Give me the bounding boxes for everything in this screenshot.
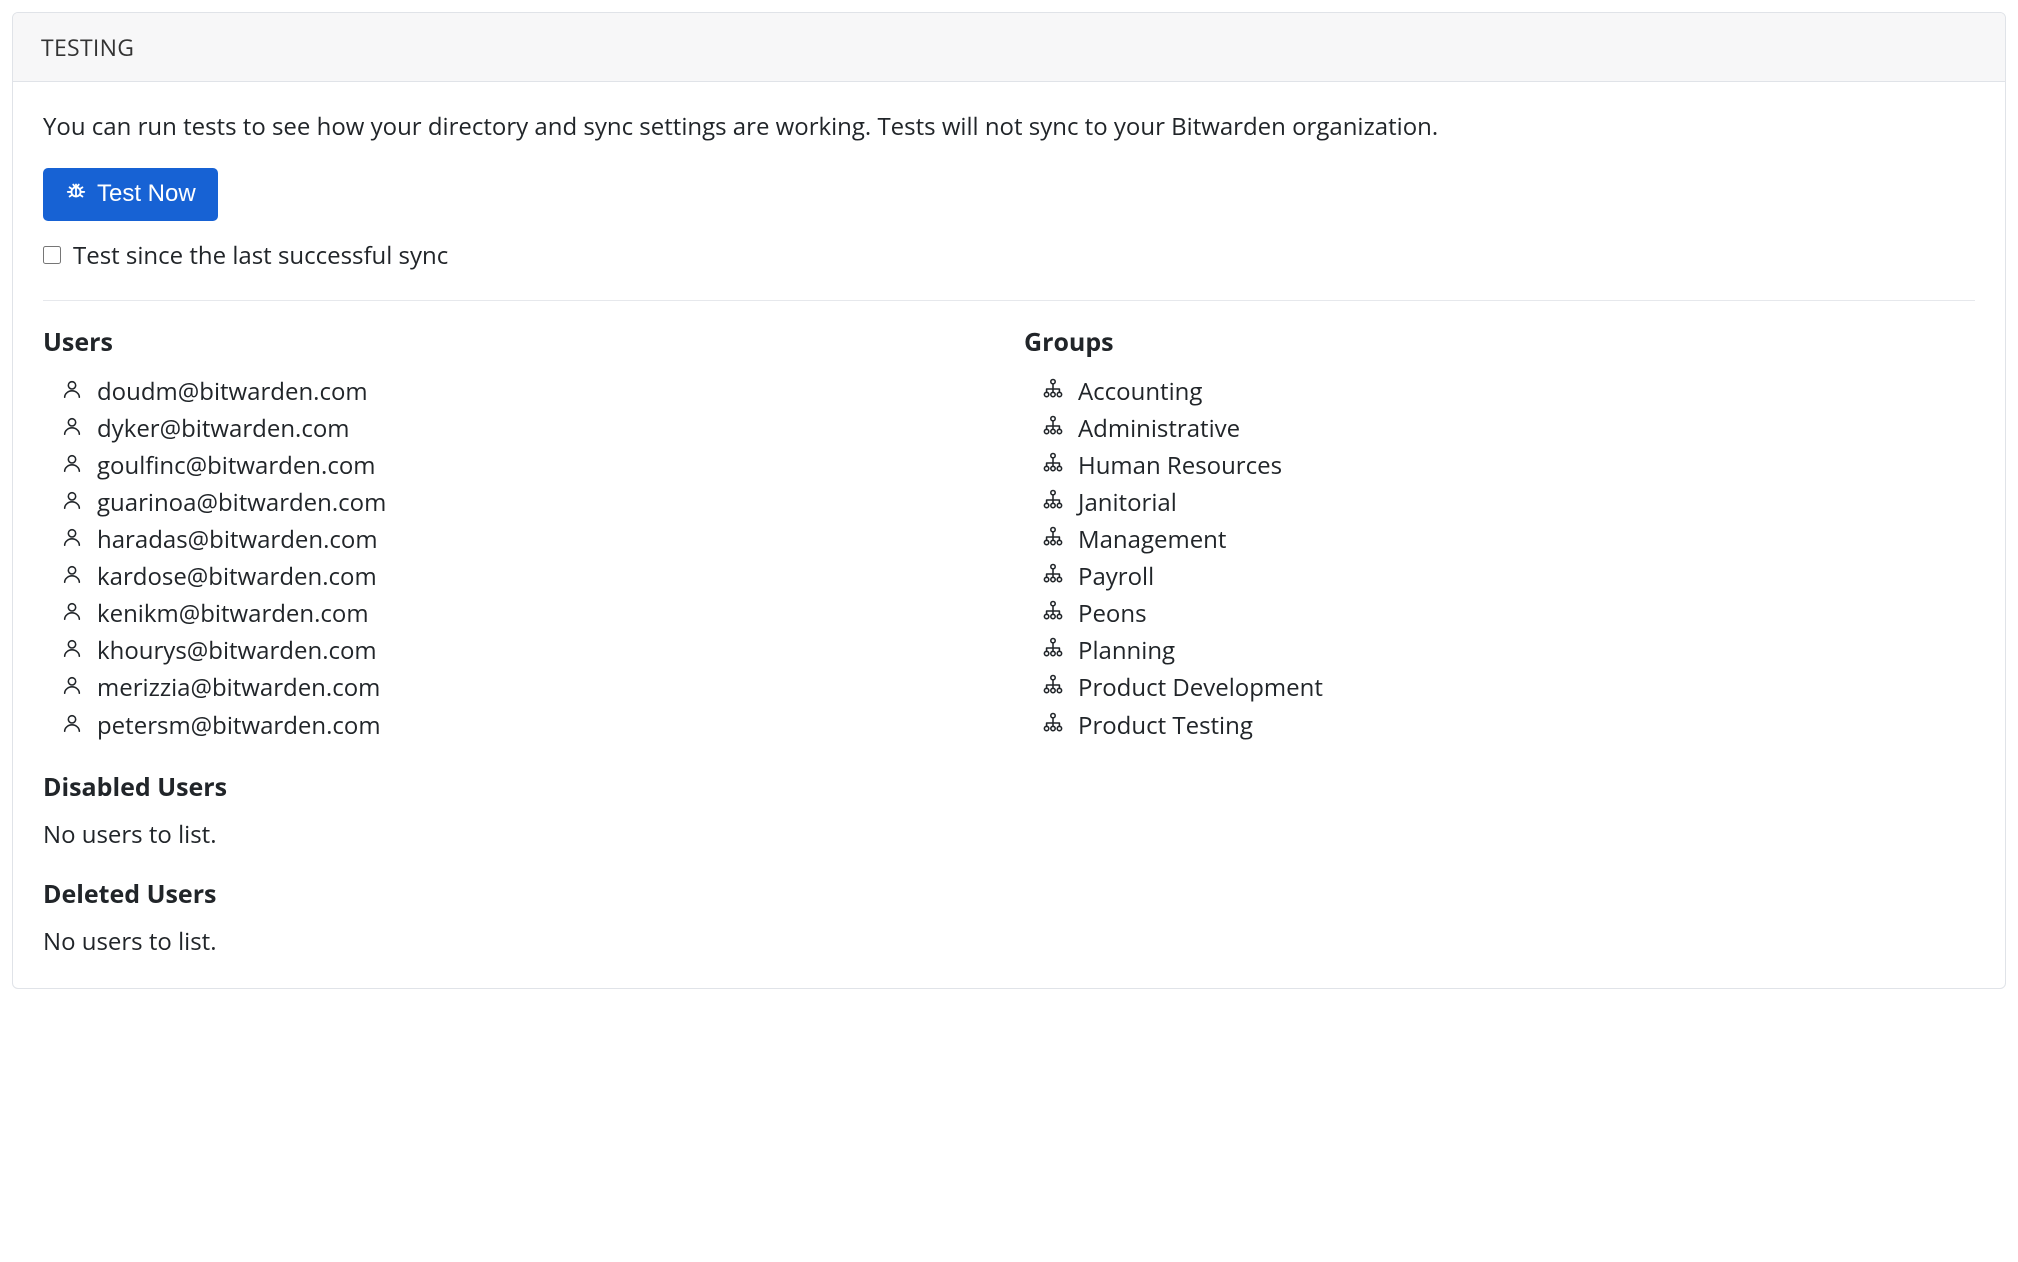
- group-item: Janitorial: [1042, 484, 1975, 521]
- testing-card: Testing You can run tests to see how you…: [12, 12, 2006, 989]
- user-icon: [61, 634, 83, 667]
- groups-heading: Groups: [1024, 325, 1975, 359]
- group-name: Peons: [1078, 597, 1147, 630]
- group-name: Product Testing: [1078, 709, 1253, 742]
- group-name: Human Resources: [1078, 449, 1282, 482]
- deleted-users-empty: No users to list.: [43, 925, 994, 958]
- test-since-last-sync-row: Test since the last successful sync: [43, 239, 1975, 272]
- user-email: merizzia@bitwarden.com: [97, 671, 380, 704]
- user-icon: [61, 709, 83, 742]
- sitemap-icon: [1042, 486, 1064, 519]
- user-email: guarinoa@bitwarden.com: [97, 486, 386, 519]
- group-item: Accounting: [1042, 373, 1975, 410]
- user-item: kenikm@bitwarden.com: [61, 595, 994, 632]
- sitemap-icon: [1042, 375, 1064, 408]
- user-item: guarinoa@bitwarden.com: [61, 484, 994, 521]
- users-column: Users doudm@bitwarden.com dyker@bitwarden…: [43, 325, 994, 958]
- sitemap-icon: [1042, 560, 1064, 593]
- sitemap-icon: [1042, 634, 1064, 667]
- group-item: Payroll: [1042, 558, 1975, 595]
- deleted-users-heading: Deleted Users: [43, 877, 994, 911]
- user-item: haradas@bitwarden.com: [61, 521, 994, 558]
- group-name: Payroll: [1078, 560, 1154, 593]
- sitemap-icon: [1042, 597, 1064, 630]
- user-icon: [61, 412, 83, 445]
- user-icon: [61, 560, 83, 593]
- user-email: petersm@bitwarden.com: [97, 709, 381, 742]
- group-item: Planning: [1042, 632, 1975, 669]
- user-icon: [61, 449, 83, 482]
- user-email: haradas@bitwarden.com: [97, 523, 378, 556]
- test-since-last-sync-label[interactable]: Test since the last successful sync: [73, 239, 448, 272]
- test-since-last-sync-checkbox[interactable]: [43, 246, 61, 264]
- user-email: goulfinc@bitwarden.com: [97, 449, 375, 482]
- user-item: goulfinc@bitwarden.com: [61, 447, 994, 484]
- user-email: kardose@bitwarden.com: [97, 560, 377, 593]
- groups-list: Accounting Administrative Human Resources J…: [1024, 373, 1975, 744]
- card-header: Testing: [13, 13, 2005, 82]
- user-item: doudm@bitwarden.com: [61, 373, 994, 410]
- group-item: Product Development: [1042, 669, 1975, 706]
- group-item: Peons: [1042, 595, 1975, 632]
- test-now-button[interactable]: Test Now: [43, 168, 218, 221]
- group-item: Human Resources: [1042, 447, 1975, 484]
- group-name: Accounting: [1078, 375, 1202, 408]
- user-item: dyker@bitwarden.com: [61, 410, 994, 447]
- group-name: Planning: [1078, 634, 1175, 667]
- groups-column: Groups Accounting Administrative Human Res…: [1024, 325, 1975, 958]
- sitemap-icon: [1042, 709, 1064, 742]
- user-icon: [61, 523, 83, 556]
- group-name: Product Development: [1078, 671, 1323, 704]
- user-email: doudm@bitwarden.com: [97, 375, 368, 408]
- sitemap-icon: [1042, 671, 1064, 704]
- user-item: kardose@bitwarden.com: [61, 558, 994, 595]
- disabled-users-heading: Disabled Users: [43, 770, 994, 804]
- sitemap-icon: [1042, 412, 1064, 445]
- card-body: You can run tests to see how your direct…: [13, 82, 2005, 988]
- user-item: khourys@bitwarden.com: [61, 632, 994, 669]
- group-item: Management: [1042, 521, 1975, 558]
- group-name: Management: [1078, 523, 1226, 556]
- disabled-users-empty: No users to list.: [43, 818, 994, 851]
- divider: [43, 300, 1975, 301]
- user-email: khourys@bitwarden.com: [97, 634, 377, 667]
- sitemap-icon: [1042, 449, 1064, 482]
- group-name: Administrative: [1078, 412, 1240, 445]
- user-email: dyker@bitwarden.com: [97, 412, 350, 445]
- users-heading: Users: [43, 325, 994, 359]
- group-item: Product Testing: [1042, 707, 1975, 744]
- group-item: Administrative: [1042, 410, 1975, 447]
- results-columns: Users doudm@bitwarden.com dyker@bitwarden…: [43, 325, 1975, 958]
- user-item: petersm@bitwarden.com: [61, 707, 994, 744]
- user-item: merizzia@bitwarden.com: [61, 669, 994, 706]
- user-icon: [61, 375, 83, 408]
- sitemap-icon: [1042, 523, 1064, 556]
- user-icon: [61, 597, 83, 630]
- card-header-title: Testing: [41, 31, 134, 63]
- user-icon: [61, 671, 83, 704]
- intro-text: You can run tests to see how your direct…: [43, 110, 1975, 144]
- user-email: kenikm@bitwarden.com: [97, 597, 369, 630]
- group-name: Janitorial: [1078, 486, 1177, 519]
- test-now-label: Test Now: [97, 180, 196, 208]
- users-list: doudm@bitwarden.com dyker@bitwarden.com go…: [43, 373, 994, 744]
- user-icon: [61, 486, 83, 519]
- bug-icon: [65, 180, 87, 209]
